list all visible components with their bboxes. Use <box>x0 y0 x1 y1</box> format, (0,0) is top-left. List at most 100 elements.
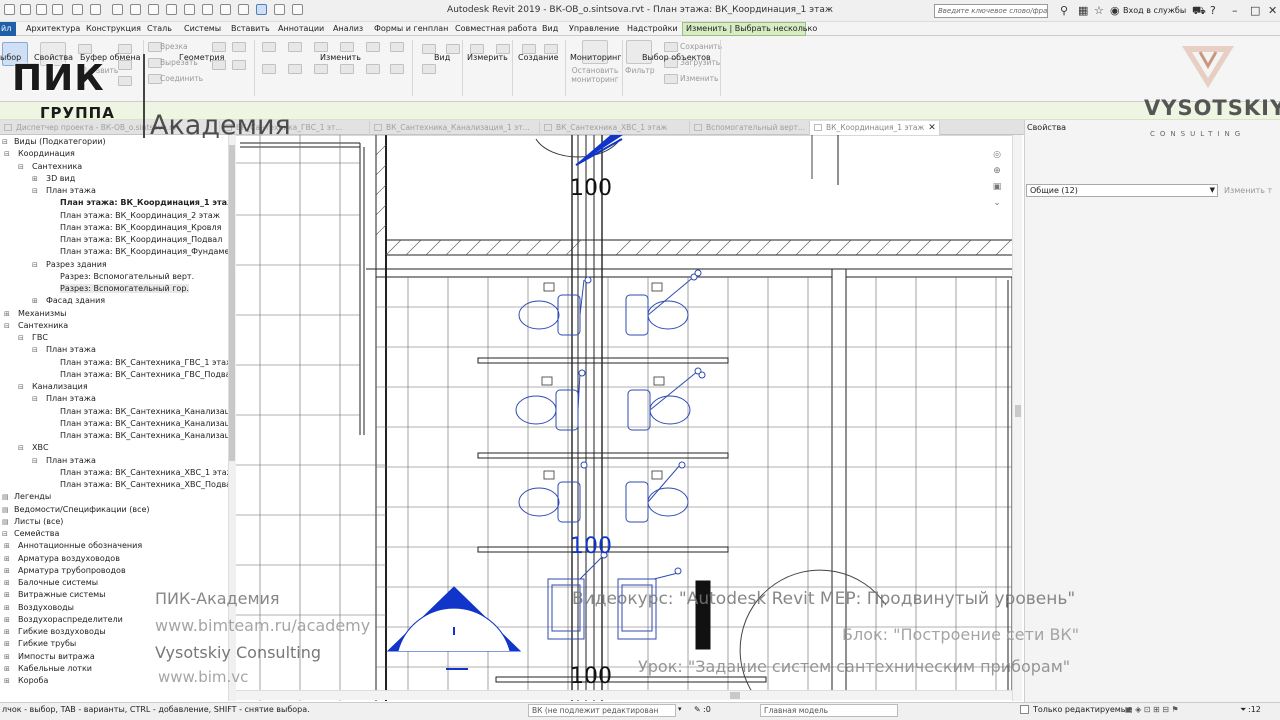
tree-toggle-icon[interactable]: ⊞ <box>4 542 10 550</box>
tree-item[interactable]: План этажа: ВК_Сантехника_ГВС_1 этаж <box>60 358 228 367</box>
tree-item[interactable]: Арматура трубопроводов <box>18 566 126 575</box>
join-geometry-label[interactable]: Соединить <box>160 74 203 83</box>
dimension-label-middle[interactable]: 100 <box>570 534 612 559</box>
tree-item[interactable]: План этажа: ВК_Координация_Кровля <box>60 223 221 232</box>
tree-item[interactable]: Ведомости/Спецификации (все) <box>14 505 150 514</box>
tree-item[interactable]: План этажа: ВК_Координация_1 этаж <box>60 198 228 207</box>
filter-label[interactable]: Фильтр <box>625 66 655 75</box>
user-icon[interactable]: ◉ <box>1110 4 1120 17</box>
tree-toggle-icon[interactable]: ⊞ <box>4 604 10 612</box>
tree-item[interactable]: ХВС <box>32 443 49 452</box>
app-menu-icon[interactable] <box>4 4 15 15</box>
undo-icon[interactable] <box>72 4 83 15</box>
edit-selection-label[interactable]: Изменить <box>680 74 718 83</box>
text-icon[interactable] <box>184 4 195 15</box>
tree-item[interactable]: План этажа: ВК_Сантехника_ХВС_1 этаж <box>60 468 228 477</box>
align-icon[interactable] <box>262 42 276 52</box>
tree-item[interactable]: Кабельные лотки <box>18 664 92 673</box>
tree-item[interactable]: План этажа <box>46 456 96 465</box>
dimension-icon[interactable] <box>148 4 159 15</box>
tree-toggle-icon[interactable]: ⊟ <box>32 346 38 354</box>
menu-item[interactable]: Сталь <box>147 24 172 33</box>
canvas-vscroll-thumb[interactable] <box>1015 405 1021 417</box>
rotate-icon[interactable] <box>314 64 328 74</box>
zoom-region-icon[interactable]: ⊕ <box>988 166 1006 180</box>
canvas-vertical-scrollbar[interactable] <box>1012 135 1022 701</box>
tree-item[interactable]: Воздуховоды <box>18 603 74 612</box>
design-option-selector[interactable]: Главная модель <box>760 704 898 717</box>
tree-toggle-icon[interactable]: ⊟ <box>18 334 24 342</box>
tree-toggle-icon[interactable]: ▤ <box>2 506 9 514</box>
tag-icon[interactable] <box>166 4 177 15</box>
edit-type-button[interactable]: Изменить т <box>1224 186 1272 195</box>
menu-item[interactable]: Формы и генплан <box>374 24 448 33</box>
menu-item[interactable]: Анализ <box>333 24 363 33</box>
redo-icon[interactable] <box>90 4 101 15</box>
tree-toggle-icon[interactable]: ⊟ <box>2 530 8 538</box>
tree-toggle-icon[interactable]: ⊟ <box>18 163 24 171</box>
menu-item[interactable]: Конструкция <box>86 24 141 33</box>
array-icon[interactable] <box>366 64 380 74</box>
tree-toggle-icon[interactable]: ▤ <box>2 493 9 501</box>
selection-filter-icons[interactable]: ▣ ◈ ⊡ ⊞ ⊟ ⚑ <box>1125 705 1179 714</box>
tree-toggle-icon[interactable]: ⊞ <box>4 640 10 648</box>
tree-item[interactable]: План этажа <box>46 186 96 195</box>
tree-toggle-icon[interactable]: ⊞ <box>32 297 38 305</box>
menu-item[interactable]: Вид <box>542 24 558 33</box>
mirror-draw-icon[interactable] <box>340 42 354 52</box>
canvas-horizontal-scrollbar[interactable] <box>236 690 1012 700</box>
open-icon[interactable] <box>20 4 31 15</box>
search-input[interactable]: Введите ключевое слово/фразу <box>934 4 1048 18</box>
tree-item[interactable]: Семейства <box>14 529 59 538</box>
tree-toggle-icon[interactable]: ⊞ <box>4 567 10 575</box>
view-tool-3-icon[interactable] <box>422 64 436 74</box>
tree-toggle-icon[interactable]: ⊟ <box>18 444 24 452</box>
close-icon[interactable]: ✕ <box>1268 4 1277 17</box>
tree-item[interactable]: Арматура воздуховодов <box>18 554 120 563</box>
tree-item[interactable]: Короба <box>18 676 48 685</box>
maximize-icon[interactable]: □ <box>1250 4 1260 17</box>
split-icon[interactable] <box>366 42 380 52</box>
favorites-icon[interactable]: ☆ <box>1094 4 1104 17</box>
steering-wheel-icon[interactable]: ▣ <box>988 182 1006 196</box>
geometry-tool-2-icon[interactable] <box>232 42 246 52</box>
tree-toggle-icon[interactable]: ⊟ <box>4 322 10 330</box>
tree-item[interactable]: План этажа: ВК_Сантехника_Канализация_1 <box>60 407 228 416</box>
workset-selector[interactable]: ВК (не подлежит редактирован <box>528 704 676 717</box>
save-selection-icon[interactable] <box>664 42 678 52</box>
save-icon[interactable] <box>36 4 47 15</box>
tree-item[interactable]: Разрез: Вспомогательный гор. <box>60 284 189 293</box>
cart-icon[interactable]: ⛟ <box>1192 4 1206 19</box>
tree-toggle-icon[interactable]: ⊟ <box>32 395 38 403</box>
tree-item[interactable]: Разрез здания <box>46 260 107 269</box>
tree-item[interactable]: Легенды <box>14 492 51 501</box>
tree-item[interactable]: Листы (все) <box>14 517 63 526</box>
view-tab[interactable]: Вспомогательный верт... <box>690 121 810 135</box>
tree-item[interactable]: План этажа: ВК_Сантехника_ХВС_Подвал <box>60 480 228 489</box>
tree-item[interactable]: План этажа: ВК_Координация_2 этаж <box>60 211 220 220</box>
filter-funnel-icon[interactable]: ⏷ <box>1240 705 1246 715</box>
tree-item[interactable]: Канализация <box>32 382 88 391</box>
trim-icon[interactable] <box>340 64 354 74</box>
tree-item[interactable]: План этажа <box>46 345 96 354</box>
scale-icon[interactable] <box>390 42 404 52</box>
view-tab[interactable]: ВК_Сантехника_ХВС_1 этаж <box>540 121 690 135</box>
tree-toggle-icon[interactable]: ⊞ <box>4 677 10 685</box>
tree-item[interactable]: Гибкие воздуховоды <box>18 627 106 636</box>
status-icons[interactable] <box>718 704 748 717</box>
view-tab[interactable]: ВК_Сантехника_Канализация_1 эт... <box>370 121 540 135</box>
menu-item[interactable]: Надстройки <box>627 24 678 33</box>
type-selector[interactable]: Общие (12) ▼ <box>1026 184 1218 197</box>
tree-item[interactable]: Механизмы <box>18 309 67 318</box>
tree-toggle-icon[interactable]: ⊟ <box>32 261 38 269</box>
tree-toggle-icon[interactable]: ▤ <box>2 518 9 526</box>
chevron-down-icon[interactable]: ▾ <box>678 705 682 713</box>
mirror-icon[interactable] <box>314 42 328 52</box>
tree-toggle-icon[interactable]: ⊟ <box>18 383 24 391</box>
tree-item[interactable]: Фасад здания <box>46 296 105 305</box>
menu-item[interactable]: Системы <box>184 24 221 33</box>
tree-item[interactable]: Балочные системы <box>18 578 98 587</box>
thin-lines-icon[interactable] <box>238 4 249 15</box>
tree-item[interactable]: Воздухораспределители <box>18 615 123 624</box>
menu-item[interactable]: Архитектура <box>26 24 80 33</box>
